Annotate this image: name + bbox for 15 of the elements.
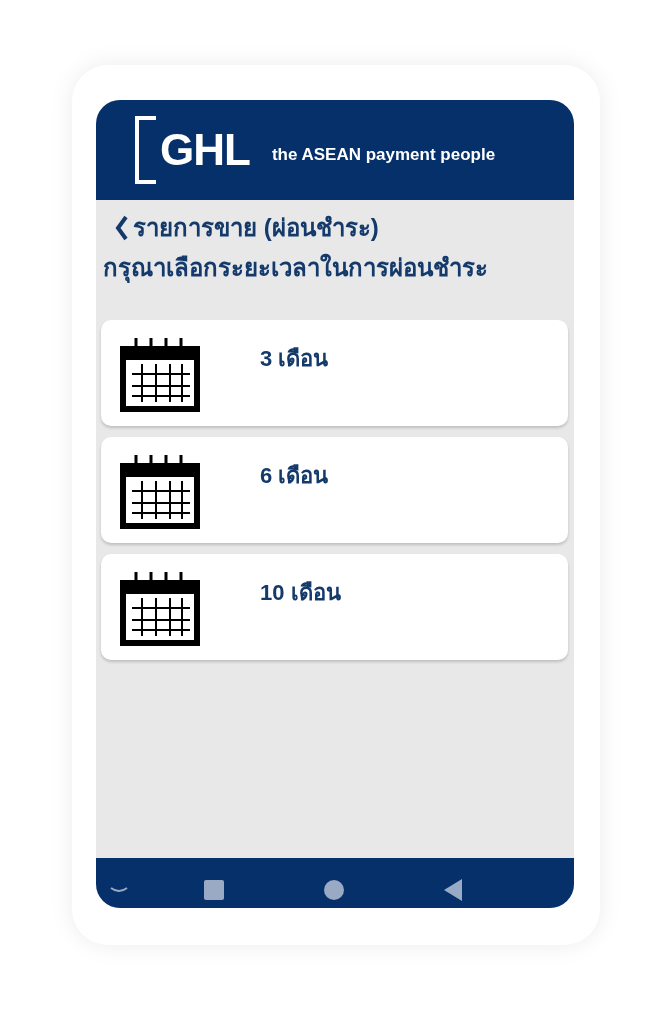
circle-icon[interactable] [324,880,344,900]
instruction-text: กรุณาเลือกระยะเวลาในการผ่อนชำระ [102,252,489,285]
logo-text: GHL [160,128,250,172]
tagline: the ASEAN payment people [271,144,496,167]
duration-option[interactable]: 3 เดือน [101,320,568,426]
duration-option[interactable]: 10 เดือน [101,554,568,660]
chevron-down-icon[interactable] [110,886,128,894]
back-icon[interactable] [115,215,129,241]
back-triangle-icon[interactable] [444,879,462,901]
page-title: รายการขาย (ผ่อนชำระ) [133,213,379,243]
logo-bracket-icon [134,116,158,184]
calendar-icon [120,455,200,529]
calendar-icon [120,338,200,412]
duration-option[interactable]: 6 เดือน [101,437,568,543]
calendar-icon [120,572,200,646]
